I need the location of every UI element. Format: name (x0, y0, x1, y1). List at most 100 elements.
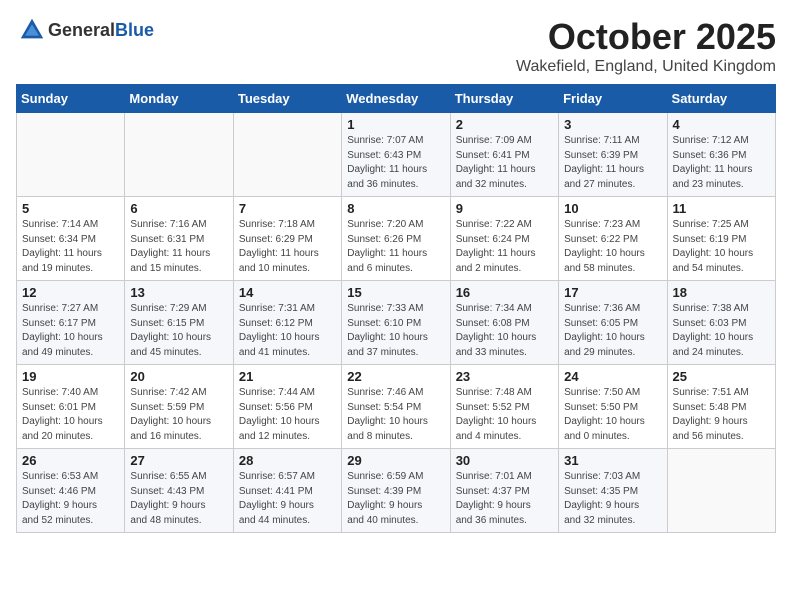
calendar-cell: 25Sunrise: 7:51 AM Sunset: 5:48 PM Dayli… (667, 365, 775, 449)
calendar-cell: 11 Sunrise: 7:25 AM Sunset: 6:19 PM Dayli… (667, 197, 775, 281)
day-number: 21 (239, 369, 336, 384)
calendar-cell: 4 Sunrise: 7:12 AM Sunset: 6:36 PM Daylig… (667, 113, 775, 197)
header-day-thursday: Thursday (450, 85, 558, 113)
calendar-cell: 10 Sunrise: 7:23 AM Sunset: 6:22 PM Dayli… (559, 197, 667, 281)
day-number: 20 (130, 369, 227, 384)
header-row: SundayMondayTuesdayWednesdayThursdayFrid… (17, 85, 776, 113)
day-info: Sunrise: 6:59 AM Sunset: 4:39 PM Dayligh… (347, 470, 444, 528)
day-info: Sunrise: 7:11 AM Sunset: 6:39 PM Dayligh… (564, 134, 661, 192)
day-number: 18 (673, 285, 770, 300)
day-info: Sunrise: 7:23 AM Sunset: 6:22 PM Dayligh… (564, 218, 661, 276)
day-number: 14 (239, 285, 336, 300)
calendar-cell: 2Sunrise: 7:09 AM Sunset: 6:41 PM Daylig… (450, 113, 558, 197)
page-header: GeneralBlue October 2025 Wakefield, Engl… (16, 16, 776, 76)
calendar-table: SundayMondayTuesdayWednesdayThursdayFrid… (16, 84, 776, 533)
day-number: 10 (564, 201, 661, 216)
day-number: 22 (347, 369, 444, 384)
title-section: October 2025 Wakefield, England, United … (516, 16, 776, 76)
day-number: 25 (673, 369, 770, 384)
calendar-cell: 22 Sunrise: 7:46 AM Sunset: 5:54 PM Dayli… (342, 365, 450, 449)
day-info: Sunrise: 7:50 AM Sunset: 5:50 PM Dayligh… (564, 386, 661, 444)
calendar-cell: 16Sunrise: 7:34 AM Sunset: 6:08 PM Dayli… (450, 281, 558, 365)
day-number: 27 (130, 453, 227, 468)
logo-text-blue: Blue (115, 20, 154, 40)
day-info: Sunrise: 6:53 AM Sunset: 4:46 PM Dayligh… (22, 470, 119, 528)
calendar-cell: 15Sunrise: 7:33 AM Sunset: 6:10 PM Dayli… (342, 281, 450, 365)
day-number: 15 (347, 285, 444, 300)
day-number: 3 (564, 117, 661, 132)
calendar-cell: 21 Sunrise: 7:44 AM Sunset: 5:56 PM Dayli… (233, 365, 341, 449)
day-number: 1 (347, 117, 444, 132)
day-number: 19 (22, 369, 119, 384)
calendar-cell: 9 Sunrise: 7:22 AM Sunset: 6:24 PM Daylig… (450, 197, 558, 281)
calendar-cell: 18 Sunrise: 7:38 AM Sunset: 6:03 PM Dayli… (667, 281, 775, 365)
calendar-cell: 1 Sunrise: 7:07 AM Sunset: 6:43 PM Daylig… (342, 113, 450, 197)
day-info: Sunrise: 7:25 AM Sunset: 6:19 PM Dayligh… (673, 218, 770, 276)
day-info: Sunrise: 7:12 AM Sunset: 6:36 PM Dayligh… (673, 134, 770, 192)
day-info: Sunrise: 7:46 AM Sunset: 5:54 PM Dayligh… (347, 386, 444, 444)
calendar-cell: 5Sunrise: 7:14 AM Sunset: 6:34 PM Daylig… (17, 197, 125, 281)
calendar-week-5: 26 Sunrise: 6:53 AM Sunset: 4:46 PM Dayli… (17, 449, 776, 533)
calendar-cell: 26 Sunrise: 6:53 AM Sunset: 4:46 PM Dayli… (17, 449, 125, 533)
calendar-cell (125, 113, 233, 197)
day-number: 12 (22, 285, 119, 300)
logo: GeneralBlue (16, 16, 154, 44)
calendar-cell: 3 Sunrise: 7:11 AM Sunset: 6:39 PM Daylig… (559, 113, 667, 197)
day-info: Sunrise: 7:16 AM Sunset: 6:31 PM Dayligh… (130, 218, 227, 276)
calendar-cell: 27 Sunrise: 6:55 AM Sunset: 4:43 PM Dayli… (125, 449, 233, 533)
day-number: 13 (130, 285, 227, 300)
header-day-friday: Friday (559, 85, 667, 113)
day-info: Sunrise: 7:29 AM Sunset: 6:15 PM Dayligh… (130, 302, 227, 360)
calendar-cell: 14Sunrise: 7:31 AM Sunset: 6:12 PM Dayli… (233, 281, 341, 365)
month-title: October 2025 (516, 16, 776, 58)
day-info: Sunrise: 7:03 AM Sunset: 4:35 PM Dayligh… (564, 470, 661, 528)
header-day-sunday: Sunday (17, 85, 125, 113)
day-number: 17 (564, 285, 661, 300)
calendar-cell: 7Sunrise: 7:18 AM Sunset: 6:29 PM Daylig… (233, 197, 341, 281)
calendar-week-3: 12 Sunrise: 7:27 AM Sunset: 6:17 PM Dayli… (17, 281, 776, 365)
calendar-cell (233, 113, 341, 197)
day-info: Sunrise: 7:36 AM Sunset: 6:05 PM Dayligh… (564, 302, 661, 360)
calendar-cell: 29 Sunrise: 6:59 AM Sunset: 4:39 PM Dayli… (342, 449, 450, 533)
day-number: 23 (456, 369, 553, 384)
calendar-cell: 23 Sunrise: 7:48 AM Sunset: 5:52 PM Dayli… (450, 365, 558, 449)
day-info: Sunrise: 7:07 AM Sunset: 6:43 PM Dayligh… (347, 134, 444, 192)
day-info: Sunrise: 7:42 AM Sunset: 5:59 PM Dayligh… (130, 386, 227, 444)
day-info: Sunrise: 6:55 AM Sunset: 4:43 PM Dayligh… (130, 470, 227, 528)
day-number: 30 (456, 453, 553, 468)
day-number: 9 (456, 201, 553, 216)
calendar-week-4: 19 Sunrise: 7:40 AM Sunset: 6:01 PM Dayli… (17, 365, 776, 449)
calendar-cell: 8 Sunrise: 7:20 AM Sunset: 6:26 PM Daylig… (342, 197, 450, 281)
calendar-cell (17, 113, 125, 197)
calendar-cell: 12 Sunrise: 7:27 AM Sunset: 6:17 PM Dayli… (17, 281, 125, 365)
day-number: 28 (239, 453, 336, 468)
calendar-week-1: 1 Sunrise: 7:07 AM Sunset: 6:43 PM Daylig… (17, 113, 776, 197)
day-info: Sunrise: 7:38 AM Sunset: 6:03 PM Dayligh… (673, 302, 770, 360)
calendar-cell: 13 Sunrise: 7:29 AM Sunset: 6:15 PM Dayli… (125, 281, 233, 365)
header-day-saturday: Saturday (667, 85, 775, 113)
day-number: 16 (456, 285, 553, 300)
calendar-cell: 6Sunrise: 7:16 AM Sunset: 6:31 PM Daylig… (125, 197, 233, 281)
logo-icon (18, 16, 46, 44)
day-number: 4 (673, 117, 770, 132)
day-number: 5 (22, 201, 119, 216)
day-info: Sunrise: 7:22 AM Sunset: 6:24 PM Dayligh… (456, 218, 553, 276)
day-info: Sunrise: 6:57 AM Sunset: 4:41 PM Dayligh… (239, 470, 336, 528)
day-info: Sunrise: 7:48 AM Sunset: 5:52 PM Dayligh… (456, 386, 553, 444)
day-number: 2 (456, 117, 553, 132)
day-info: Sunrise: 7:40 AM Sunset: 6:01 PM Dayligh… (22, 386, 119, 444)
header-day-tuesday: Tuesday (233, 85, 341, 113)
logo-text-general: General (48, 20, 115, 40)
day-number: 8 (347, 201, 444, 216)
day-number: 26 (22, 453, 119, 468)
day-info: Sunrise: 7:27 AM Sunset: 6:17 PM Dayligh… (22, 302, 119, 360)
header-day-monday: Monday (125, 85, 233, 113)
calendar-cell: 20 Sunrise: 7:42 AM Sunset: 5:59 PM Dayli… (125, 365, 233, 449)
day-info: Sunrise: 7:44 AM Sunset: 5:56 PM Dayligh… (239, 386, 336, 444)
calendar-cell: 19 Sunrise: 7:40 AM Sunset: 6:01 PM Dayli… (17, 365, 125, 449)
day-info: Sunrise: 7:20 AM Sunset: 6:26 PM Dayligh… (347, 218, 444, 276)
day-number: 11 (673, 201, 770, 216)
day-info: Sunrise: 7:01 AM Sunset: 4:37 PM Dayligh… (456, 470, 553, 528)
calendar-cell: 17 Sunrise: 7:36 AM Sunset: 6:05 PM Dayli… (559, 281, 667, 365)
day-number: 29 (347, 453, 444, 468)
